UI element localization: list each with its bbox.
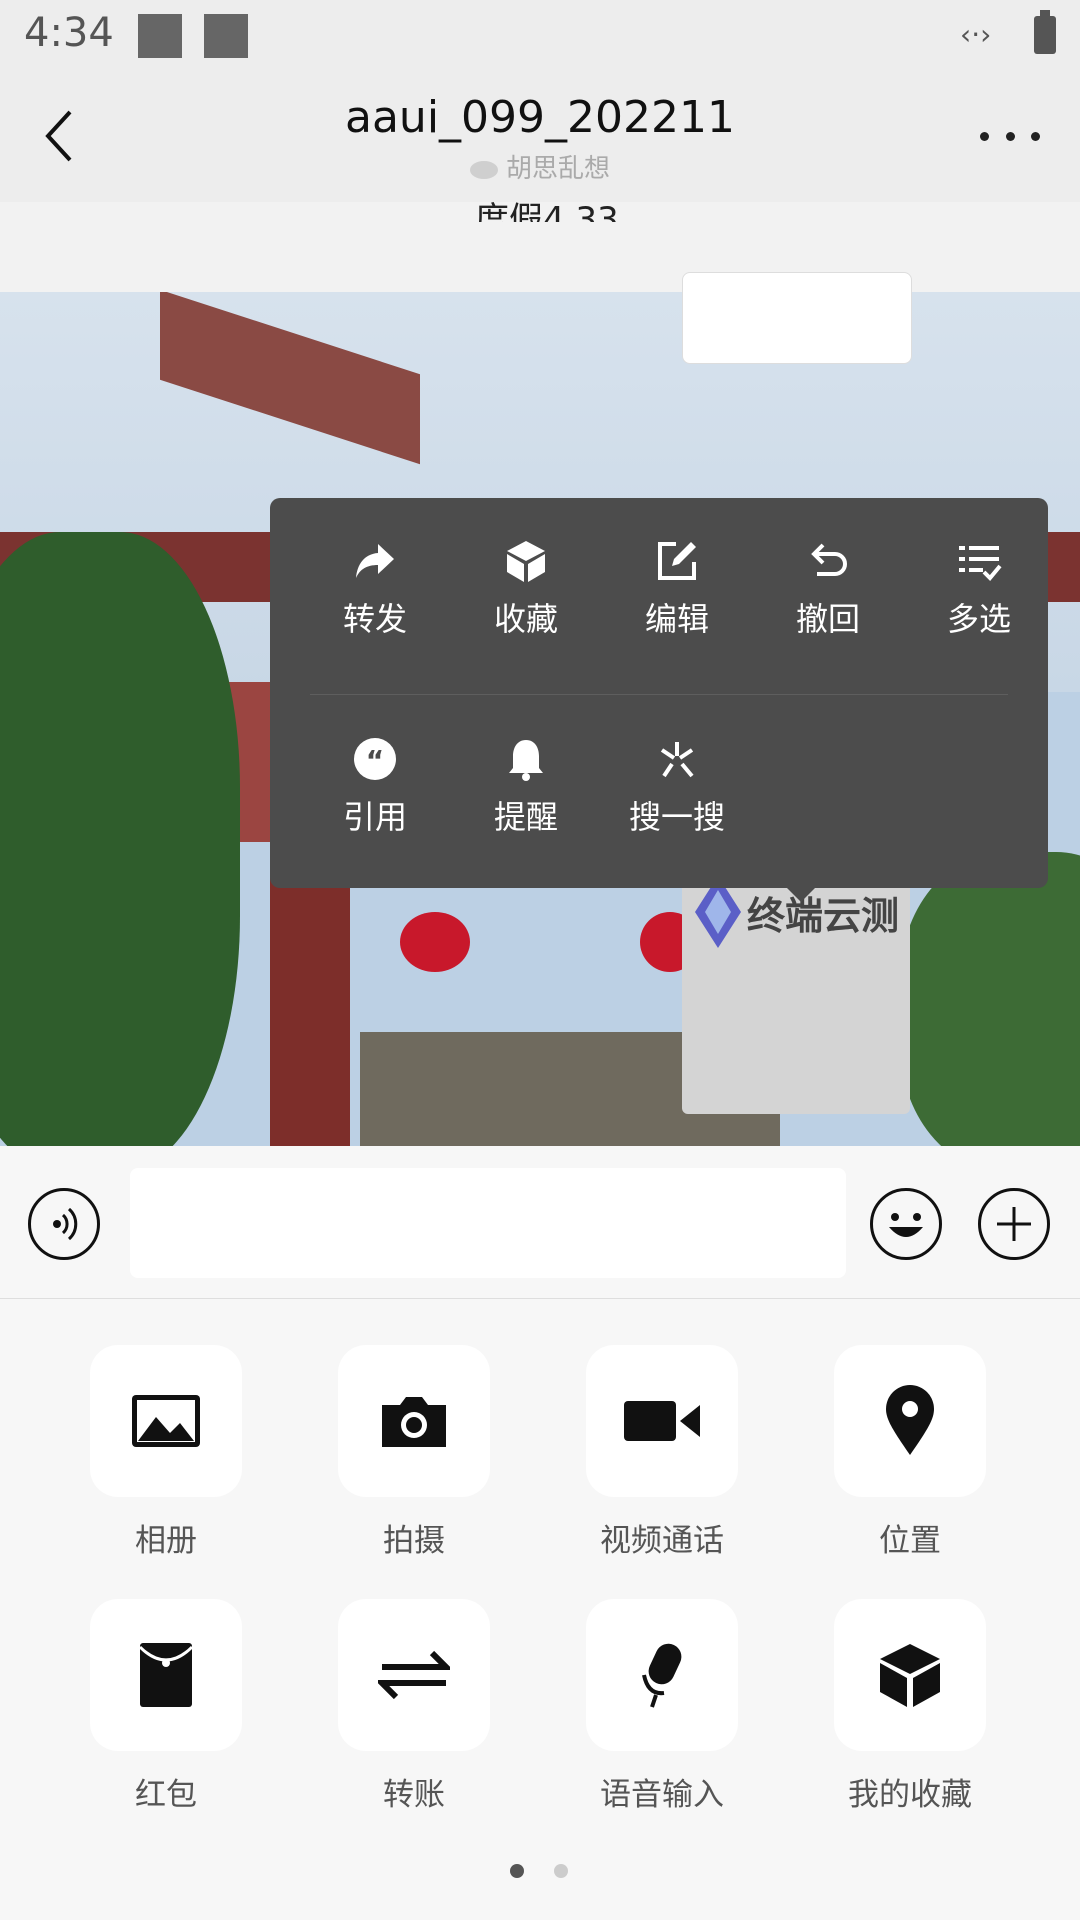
battery-icon: [1034, 10, 1056, 54]
notification-icon: [204, 14, 248, 58]
album-tile[interactable]: 相册: [46, 1345, 286, 1560]
red-packet-tile[interactable]: 红包: [46, 1599, 286, 1814]
image-icon: [132, 1395, 200, 1447]
forward-menu-item[interactable]: 转发: [300, 538, 450, 678]
transfer-label: 转账: [383, 1777, 445, 1813]
recall-label: 撤回: [795, 600, 860, 638]
video-call-label: 视频通话: [600, 1523, 724, 1559]
message-input[interactable]: [130, 1168, 846, 1278]
location-button[interactable]: [834, 1345, 986, 1497]
camera-icon: [382, 1397, 446, 1447]
function-panel: 相册 拍摄 视频通话 位置 红包 转账 语音输入 我的收藏: [0, 1299, 1080, 1920]
voice-input-panel-button[interactable]: [586, 1599, 738, 1751]
quote-icon: “: [354, 738, 396, 780]
checklist-icon: [959, 546, 1002, 581]
video-camera-icon: [624, 1401, 700, 1441]
edit-menu-item[interactable]: 编辑: [602, 538, 752, 678]
bell-icon: [509, 740, 543, 781]
search-label: 搜一搜: [628, 798, 725, 836]
transfer-button[interactable]: [338, 1599, 490, 1751]
logo-text: 终端云测: [746, 893, 899, 938]
dot-icon: [1031, 131, 1040, 141]
page-dot: [554, 1864, 568, 1878]
favorite-menu-item[interactable]: 收藏: [451, 538, 601, 678]
cube-icon: [507, 541, 545, 582]
red-packet-button[interactable]: [90, 1599, 242, 1751]
location-label: 位置: [879, 1523, 941, 1559]
remind-menu-item[interactable]: 提醒: [451, 736, 601, 876]
album-button[interactable]: [90, 1345, 242, 1497]
album-label: 相册: [135, 1523, 197, 1559]
chat-header: aaui_099_202211 胡思乱想: [0, 80, 1080, 202]
transfer-arrows-icon: [378, 1650, 450, 1700]
camera-button[interactable]: [338, 1345, 490, 1497]
multiselect-label: 多选: [946, 600, 1011, 638]
dot-icon: [1005, 131, 1015, 141]
recall-menu-item[interactable]: 撤回: [753, 538, 903, 678]
search-spark-icon: [660, 742, 694, 778]
camera-label: 拍摄: [383, 1523, 445, 1559]
my-favorites-label: 我的收藏: [848, 1777, 972, 1813]
input-bar: [0, 1146, 1080, 1299]
forward-label: 转发: [342, 600, 407, 638]
red-packet-icon: [138, 1643, 194, 1707]
previous-message-bubble[interactable]: [682, 272, 912, 364]
chat-bubble-icon: [469, 160, 498, 179]
remind-label: 提醒: [493, 798, 558, 836]
quote-menu-item[interactable]: “ 引用: [300, 736, 450, 876]
dot-icon: [980, 131, 989, 141]
page-indicator: [510, 1864, 570, 1884]
edit-icon: [658, 542, 696, 580]
svg-text:“: “: [366, 744, 384, 777]
location-pin-icon: [886, 1385, 934, 1455]
voice-input-label: 语音输入: [600, 1777, 724, 1813]
undo-icon: [811, 543, 847, 576]
message-context-menu: 转发 收藏 编辑 撤回 多选 “ 引用 提醒 搜一搜: [270, 498, 1048, 902]
transfer-tile[interactable]: 转账: [294, 1599, 534, 1814]
video-call-tile[interactable]: 视频通话: [542, 1345, 782, 1560]
location-tile[interactable]: 位置: [790, 1345, 1030, 1560]
voice-icon: [53, 1207, 78, 1241]
favorite-label: 收藏: [493, 600, 558, 638]
cube-icon: [880, 1644, 940, 1707]
more-functions-button[interactable]: [978, 1188, 1050, 1260]
my-favorites-tile[interactable]: 我的收藏: [790, 1599, 1030, 1814]
plus-icon: [997, 1207, 1031, 1241]
my-favorites-button[interactable]: [834, 1599, 986, 1751]
microphone-icon: [642, 1643, 682, 1708]
forward-icon: [356, 544, 394, 578]
multiselect-menu-item[interactable]: 多选: [904, 538, 1054, 678]
status-bar: 4:34 ‹·›: [0, 0, 1080, 80]
video-call-button[interactable]: [586, 1345, 738, 1497]
notification-icon: [138, 14, 182, 58]
chat-subtitle-text: 胡思乱想: [505, 154, 610, 184]
chat-area[interactable]: 度假4.33 终端云测 终端云测: [0, 202, 1080, 1146]
chat-title: aaui_099_202211: [345, 92, 735, 143]
edit-label: 编辑: [644, 600, 709, 638]
previous-message-text: 度假4.33: [475, 202, 619, 222]
emoji-button[interactable]: [870, 1188, 942, 1260]
red-packet-label: 红包: [135, 1777, 197, 1813]
status-time: 4:34: [24, 10, 114, 56]
voice-input-button[interactable]: [28, 1188, 100, 1260]
data-transfer-icon: ‹·›: [960, 18, 992, 51]
quote-label: 引用: [342, 798, 407, 836]
menu-divider: [310, 694, 1008, 695]
page-dot-active: [510, 1864, 524, 1878]
smiley-icon: [889, 1213, 923, 1237]
search-menu-item[interactable]: 搜一搜: [602, 736, 752, 876]
more-options-button[interactable]: [980, 126, 1040, 146]
camera-tile[interactable]: 拍摄: [294, 1345, 534, 1560]
chat-subtitle: 胡思乱想: [0, 148, 1080, 185]
voice-input-tile[interactable]: 语音输入: [542, 1599, 782, 1814]
